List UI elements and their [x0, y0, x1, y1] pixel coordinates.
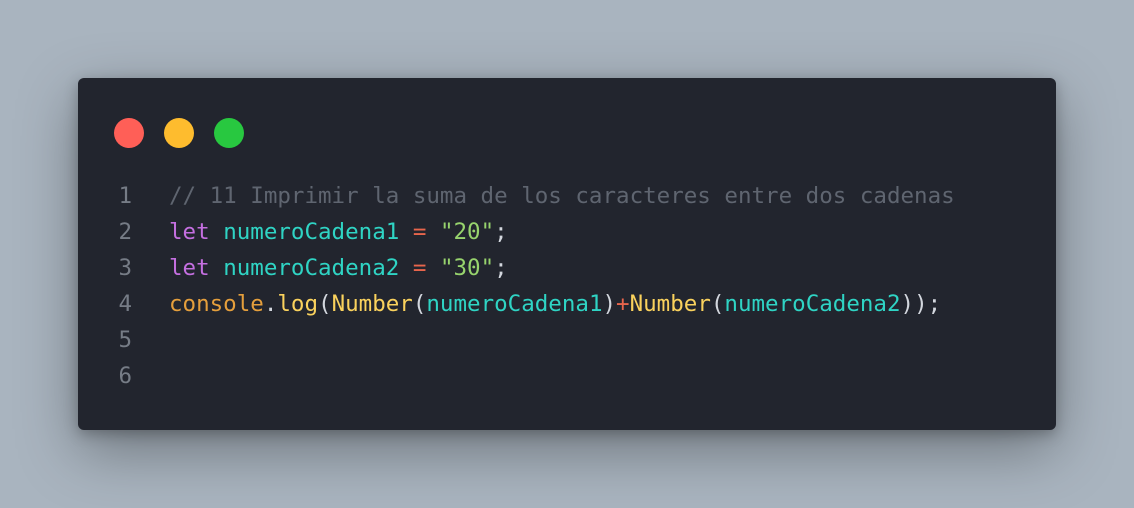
code-token-op: =	[412, 255, 427, 281]
code-token-punct	[426, 255, 440, 281]
code-token-var: numeroCadena1	[426, 291, 603, 317]
code-token-punct: )	[602, 291, 617, 317]
code-token-punct: ;	[494, 219, 508, 245]
line-number: 2	[118, 219, 132, 245]
code-token-punct	[210, 255, 224, 281]
code-token-keyword: let	[169, 219, 210, 245]
code-token-keyword: let	[169, 255, 210, 281]
code-line: 3 let numeroCadena2 = "30";	[78, 250, 1056, 286]
line-number: 5	[118, 327, 132, 353]
code-token-var: numeroCadena2	[223, 255, 400, 281]
close-button[interactable]	[114, 118, 144, 148]
line-code: // 11 Imprimir la suma de los caracteres…	[169, 178, 955, 214]
code-token-var: numeroCadena1	[223, 219, 400, 245]
code-token-fn: Number	[331, 291, 413, 317]
code-editor[interactable]: 1 // 11 Imprimir la suma de los caractere…	[78, 178, 1056, 394]
window-controls	[114, 118, 244, 148]
line-code: console.log(Number(numeroCadena1)+Number…	[169, 286, 941, 322]
code-token-op: +	[616, 291, 630, 317]
code-token-op: =	[412, 219, 427, 245]
code-token-punct: .	[263, 291, 278, 317]
code-token-var: numeroCadena2	[724, 291, 901, 317]
code-token-punct	[399, 255, 413, 281]
line-number: 4	[118, 291, 132, 317]
code-token-comment: // 11 Imprimir la suma de los caracteres…	[169, 183, 955, 209]
code-token-punct: (	[412, 291, 427, 317]
code-line: 6	[78, 358, 1056, 394]
code-line: 5	[78, 322, 1056, 358]
code-token-punct: (	[710, 291, 725, 317]
code-token-obj: console	[169, 291, 264, 317]
code-token-fn: Number	[629, 291, 711, 317]
code-token-punct	[210, 219, 224, 245]
code-token-fn: log	[277, 291, 319, 317]
code-line: 4 console.log(Number(numeroCadena1)+Numbe…	[78, 286, 1056, 322]
minimize-button[interactable]	[164, 118, 194, 148]
code-token-str: "30"	[439, 255, 495, 281]
code-token-str: "20"	[439, 219, 495, 245]
code-line: 2 let numeroCadena1 = "20";	[78, 214, 1056, 250]
maximize-button[interactable]	[214, 118, 244, 148]
code-token-punct: (	[318, 291, 332, 317]
line-code: let numeroCadena2 = "30";	[169, 250, 508, 286]
code-window: 1 // 11 Imprimir la suma de los caractere…	[78, 78, 1056, 430]
line-number: 3	[118, 255, 132, 281]
line-number: 1	[118, 183, 132, 209]
line-code: let numeroCadena1 = "20";	[169, 214, 508, 250]
line-number: 6	[118, 363, 132, 389]
code-token-punct: ;	[494, 255, 508, 281]
code-line: 1 // 11 Imprimir la suma de los caractere…	[78, 178, 1056, 214]
code-token-punct	[426, 219, 440, 245]
code-token-punct	[399, 219, 413, 245]
code-token-punct: ));	[900, 291, 942, 317]
